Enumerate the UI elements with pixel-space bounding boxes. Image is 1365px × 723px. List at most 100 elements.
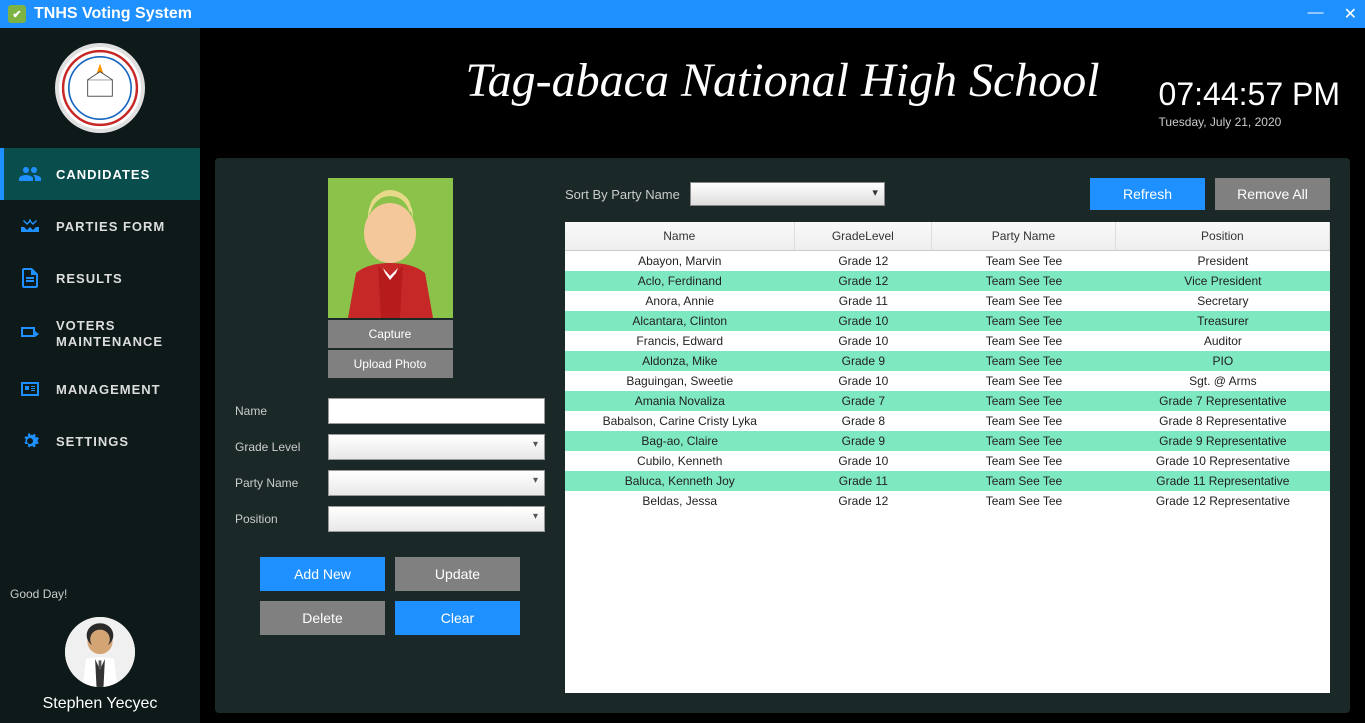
cell-name: Abayon, Marvin bbox=[565, 251, 795, 271]
table-row[interactable]: Anora, AnnieGrade 11Team See TeeSecretar… bbox=[565, 291, 1330, 311]
table-row[interactable]: Alcantara, ClintonGrade 10Team See TeeTr… bbox=[565, 311, 1330, 331]
cell-name: Francis, Edward bbox=[565, 331, 795, 351]
table-row[interactable]: Beldas, JessaGrade 12Team See TeeGrade 1… bbox=[565, 491, 1330, 511]
cell-position: Grade 12 Representative bbox=[1116, 491, 1330, 511]
cell-grade: Grade 12 bbox=[795, 271, 933, 291]
cell-grade: Grade 9 bbox=[795, 351, 933, 371]
close-button[interactable]: ✕ bbox=[1344, 4, 1357, 24]
table-row[interactable]: Abayon, MarvinGrade 12Team See TeePresid… bbox=[565, 251, 1330, 271]
sort-select[interactable] bbox=[690, 182, 885, 206]
nav-candidates[interactable]: CANDIDATES bbox=[0, 148, 200, 200]
cell-position: President bbox=[1116, 251, 1330, 271]
col-party[interactable]: Party Name bbox=[932, 222, 1116, 250]
clear-button[interactable]: Clear bbox=[395, 601, 520, 635]
cell-position: Grade 7 Representative bbox=[1116, 391, 1330, 411]
school-logo bbox=[0, 28, 200, 148]
cell-party: Team See Tee bbox=[932, 471, 1116, 491]
nav-label: VOTERS MAINTENANCE bbox=[56, 318, 182, 349]
candidate-photo bbox=[328, 178, 453, 318]
table-body: Abayon, MarvinGrade 12Team See TeePresid… bbox=[565, 251, 1330, 511]
nav-label: PARTIES FORM bbox=[56, 219, 165, 234]
table-row[interactable]: Aclo, FerdinandGrade 12Team See TeeVice … bbox=[565, 271, 1330, 291]
voters-icon bbox=[18, 322, 42, 346]
cell-name: Baguingan, Sweetie bbox=[565, 371, 795, 391]
cell-position: Treasurer bbox=[1116, 311, 1330, 331]
gear-icon bbox=[18, 429, 42, 453]
cell-position: Secretary bbox=[1116, 291, 1330, 311]
id-icon bbox=[18, 377, 42, 401]
cell-position: Sgt. @ Arms bbox=[1116, 371, 1330, 391]
grade-select[interactable] bbox=[328, 434, 545, 460]
cell-position: Grade 11 Representative bbox=[1116, 471, 1330, 491]
sort-label: Sort By Party Name bbox=[565, 187, 680, 202]
nav-label: RESULTS bbox=[56, 271, 123, 286]
nav-menu: CANDIDATES PARTIES FORM RESULTS VOTERS M… bbox=[0, 148, 200, 581]
cell-grade: Grade 7 bbox=[795, 391, 933, 411]
party-select[interactable] bbox=[328, 470, 545, 496]
cell-party: Team See Tee bbox=[932, 311, 1116, 331]
table-row[interactable]: Amania NovalizaGrade 7Team See TeeGrade … bbox=[565, 391, 1330, 411]
cell-party: Team See Tee bbox=[932, 271, 1116, 291]
cell-party: Team See Tee bbox=[932, 351, 1116, 371]
table-toolbar: Sort By Party Name Refresh Remove All bbox=[565, 178, 1330, 210]
col-name[interactable]: Name bbox=[565, 222, 795, 250]
table-row[interactable]: Baluca, Kenneth JoyGrade 11Team See TeeG… bbox=[565, 471, 1330, 491]
cell-grade: Grade 10 bbox=[795, 311, 933, 331]
cell-party: Team See Tee bbox=[932, 331, 1116, 351]
col-position[interactable]: Position bbox=[1116, 222, 1330, 250]
nav-results[interactable]: RESULTS bbox=[0, 252, 200, 304]
delete-button[interactable]: Delete bbox=[260, 601, 385, 635]
table-row[interactable]: Aldonza, MikeGrade 9Team See TeePIO bbox=[565, 351, 1330, 371]
titlebar: ✔ TNHS Voting System — ✕ bbox=[0, 0, 1365, 28]
cell-party: Team See Tee bbox=[932, 411, 1116, 431]
cell-name: Amania Novaliza bbox=[565, 391, 795, 411]
user-section: Stephen Yecyec bbox=[0, 607, 200, 723]
username-label: Stephen Yecyec bbox=[0, 695, 200, 713]
nav-settings[interactable]: SETTINGS bbox=[0, 415, 200, 467]
cell-name: Aclo, Ferdinand bbox=[565, 271, 795, 291]
cell-grade: Grade 10 bbox=[795, 371, 933, 391]
col-grade[interactable]: GradeLevel bbox=[795, 222, 933, 250]
refresh-button[interactable]: Refresh bbox=[1090, 178, 1205, 210]
user-avatar bbox=[65, 617, 135, 687]
cell-position: Vice President bbox=[1116, 271, 1330, 291]
name-input[interactable] bbox=[328, 398, 545, 424]
nav-label: MANAGEMENT bbox=[56, 382, 161, 397]
add-new-button[interactable]: Add New bbox=[260, 557, 385, 591]
nav-voters[interactable]: VOTERS MAINTENANCE bbox=[0, 304, 200, 363]
table-row[interactable]: Bag-ao, ClaireGrade 9Team See TeeGrade 9… bbox=[565, 431, 1330, 451]
cell-party: Team See Tee bbox=[932, 431, 1116, 451]
table-row[interactable]: Baguingan, SweetieGrade 10Team See TeeSg… bbox=[565, 371, 1330, 391]
capture-button[interactable]: Capture bbox=[328, 320, 453, 348]
header: Tag-abaca National High School 07:44:57 … bbox=[200, 28, 1365, 148]
cell-party: Team See Tee bbox=[932, 251, 1116, 271]
cell-party: Team See Tee bbox=[932, 391, 1116, 411]
nav-management[interactable]: MANAGEMENT bbox=[0, 363, 200, 415]
cell-name: Alcantara, Clinton bbox=[565, 311, 795, 331]
nav-parties[interactable]: PARTIES FORM bbox=[0, 200, 200, 252]
cell-party: Team See Tee bbox=[932, 291, 1116, 311]
cell-party: Team See Tee bbox=[932, 491, 1116, 511]
app-icon: ✔ bbox=[8, 5, 26, 23]
document-icon bbox=[18, 266, 42, 290]
cell-name: Beldas, Jessa bbox=[565, 491, 795, 511]
clock: 07:44:57 PM Tuesday, July 21, 2020 bbox=[1159, 76, 1340, 129]
grade-label: Grade Level bbox=[235, 440, 328, 454]
cell-position: Grade 8 Representative bbox=[1116, 411, 1330, 431]
table-row[interactable]: Babalson, Carine Cristy LykaGrade 8Team … bbox=[565, 411, 1330, 431]
school-name: Tag-abaca National High School bbox=[465, 53, 1099, 108]
minimize-button[interactable]: — bbox=[1308, 4, 1324, 24]
table-row[interactable]: Cubilo, KennethGrade 10Team See TeeGrade… bbox=[565, 451, 1330, 471]
upload-photo-button[interactable]: Upload Photo bbox=[328, 350, 453, 378]
cell-grade: Grade 8 bbox=[795, 411, 933, 431]
content-panel: Capture Upload Photo Name Grade Level Pa… bbox=[215, 158, 1350, 713]
position-label: Position bbox=[235, 512, 328, 526]
table-row[interactable]: Francis, EdwardGrade 10Team See TeeAudit… bbox=[565, 331, 1330, 351]
position-select[interactable] bbox=[328, 506, 545, 532]
handshake-icon bbox=[18, 214, 42, 238]
remove-all-button[interactable]: Remove All bbox=[1215, 178, 1330, 210]
cell-grade: Grade 10 bbox=[795, 451, 933, 471]
update-button[interactable]: Update bbox=[395, 557, 520, 591]
cell-position: Grade 9 Representative bbox=[1116, 431, 1330, 451]
nav-label: SETTINGS bbox=[56, 434, 129, 449]
